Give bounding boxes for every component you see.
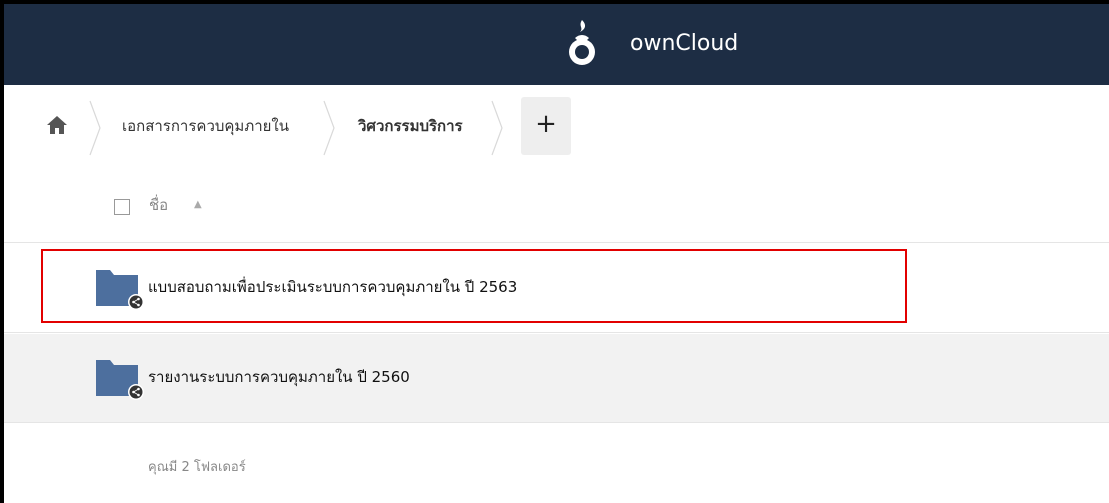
home-icon[interactable] — [46, 115, 68, 135]
shared-folder-icon — [96, 360, 144, 400]
breadcrumb-separator-icon — [323, 100, 335, 156]
file-list-header: ชื่อ ▲ — [4, 171, 1109, 243]
select-all-checkbox[interactable] — [114, 199, 130, 215]
file-row[interactable]: แบบสอบถามเพื่อประเมินระบบการควบคุมภายใน … — [4, 244, 1109, 333]
breadcrumb-separator-icon — [491, 100, 503, 156]
breadcrumb: เอกสารการควบคุมภายใน วิศวกรรมบริการ + — [4, 85, 1109, 171]
breadcrumb-separator-icon — [89, 100, 101, 156]
sort-ascending-icon[interactable]: ▲ — [194, 197, 202, 213]
breadcrumb-item-internal-control-documents[interactable]: เอกสารการควบคุมภายใน — [122, 116, 289, 136]
new-item-button[interactable]: + — [521, 97, 571, 155]
file-count-summary: คุณมี 2 โฟลเดอร์ — [148, 460, 246, 475]
plus-icon: + — [535, 109, 557, 139]
brand-name: ownCloud — [630, 31, 739, 56]
column-name-header[interactable]: ชื่อ — [149, 195, 168, 215]
file-name[interactable]: รายงานระบบการควบคุมภายใน ปี 2560 — [148, 367, 410, 387]
file-name[interactable]: แบบสอบถามเพื่อประเมินระบบการควบคุมภายใน … — [148, 277, 517, 297]
shared-folder-icon — [96, 270, 144, 310]
app-window: ownCloud เอกสารการควบคุมภายใน วิศวกรรมบร… — [4, 4, 1109, 503]
owncloud-logo-icon[interactable] — [564, 18, 600, 70]
top-header: ownCloud — [4, 4, 1109, 85]
file-row[interactable]: รายงานระบบการควบคุมภายใน ปี 2560 — [4, 334, 1109, 423]
breadcrumb-item-service-engineering[interactable]: วิศวกรรมบริการ — [358, 116, 463, 136]
